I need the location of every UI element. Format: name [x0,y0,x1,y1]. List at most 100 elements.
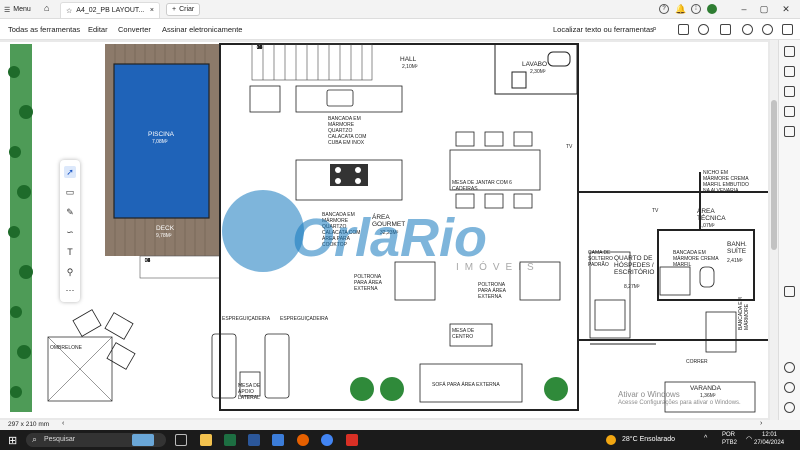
room-label-quarto-hospedes: QUARTO DE HÓSPEDES / ESCRITÓRIO [614,255,655,276]
clock-time[interactable]: 12:01 [762,432,777,438]
home-icon[interactable]: ⌂ [44,3,49,13]
bell-icon[interactable]: 🔔 [675,4,686,14]
mail-icon[interactable] [272,434,284,446]
page-view-icon[interactable] [784,286,795,297]
plus-icon: + [172,6,177,13]
firefox-icon[interactable] [297,434,309,446]
label-bancada-crema: BANCADA EM MÁRMORE CREMA MARFIL [673,250,719,268]
new-tab-button[interactable]: + Criar [166,3,201,16]
select-tool-icon[interactable]: ➚ [64,166,76,178]
vertical-scrollbar[interactable] [770,40,778,420]
comment-panel-icon[interactable] [784,46,795,57]
label-espreguicadeira-2: ESPREGUIÇADEIRA [280,316,329,322]
print-icon[interactable] [720,24,731,35]
label-bancada-vertical: BANCADA EM MÁRMORE [738,297,750,330]
keyboard-layout[interactable]: PTB2 [722,440,737,446]
document-viewer[interactable]: 11 10 09 08 07 06 05 04 03 02 01 07 06 0… [0,40,770,420]
label-mesa-centro: MESA DE CENTRO [452,328,475,340]
link-icon[interactable] [762,24,773,35]
bookmark-icon[interactable] [678,24,689,35]
windows-start-icon[interactable]: ⊞ [8,434,17,447]
layers-icon[interactable] [784,126,795,137]
room-label-piscina: PISCINA [148,131,175,138]
status-bar: 297 x 210 mm ‹ › [0,420,800,430]
tray-chevron-icon[interactable]: ^ [704,435,707,442]
task-view-icon[interactable] [175,434,187,446]
title-bar: ☰ Menu ⌂ ☆ A4_02_PB LAYOUT... × + Criar … [0,0,800,19]
zoom-in-icon[interactable] [784,382,795,393]
text-tool-icon[interactable]: T [64,246,76,258]
pages-icon[interactable] [784,66,795,77]
help-icon[interactable]: ? [659,4,669,14]
acrobat-icon[interactable] [346,434,358,446]
clock-date[interactable]: 27/04/2024 [754,440,784,446]
page-size-label: 297 x 210 mm [8,421,50,428]
share-icon[interactable] [698,24,709,35]
comment-icon[interactable]: ▭ [64,186,76,198]
new-tab-label: Criar [179,6,195,13]
room-label-varanda: VARANDA [690,385,721,392]
label-mesa-jantar: MESA DE JANTAR COM 6 CADEIRAS [452,180,512,192]
sign-button[interactable]: Assinar eletronicamente [162,25,242,34]
search-icon[interactable]: ⌕ [652,23,657,34]
stair-step-number: 01 [256,45,263,51]
room-area-varanda: 1,36m² [700,393,716,399]
room-area-hall: 2,10m² [402,64,418,70]
menu-button[interactable]: ☰ Menu [4,3,31,16]
rotate-icon[interactable] [784,362,795,373]
excel-icon[interactable] [224,434,236,446]
minimize-icon[interactable]: – [737,3,751,15]
maximize-icon[interactable]: ▢ [757,3,771,15]
scrollbar-thumb[interactable] [771,100,777,250]
search-icon: ⌕ [32,434,38,444]
attachments-icon[interactable] [784,106,795,117]
star-icon[interactable]: ☆ [66,7,72,15]
document-tab[interactable]: ☆ A4_02_PB LAYOUT... × [60,2,160,18]
room-area-lavabo: 2,30m² [530,69,546,75]
label-poltrona-2: POLTRONA PARA ÁREA EXTERNA [478,282,506,300]
close-tab-icon[interactable]: × [150,7,154,14]
all-tools-button[interactable]: Todas as ferramentas [8,25,80,34]
word-icon[interactable] [248,434,260,446]
search-highlight-icon [132,434,154,446]
label-sofa: SOFÁ PARA ÁREA EXTERNA [432,382,500,388]
wifi-icon[interactable]: ◠ [746,435,752,443]
email-icon[interactable] [782,24,793,35]
chrome-icon[interactable] [321,434,333,446]
label-poltrona-1: POLTRONA PARA ÁREA EXTERNA [354,274,382,292]
label-ombrelone: OMBRELONE [50,345,82,351]
search-tools-input[interactable]: Localizar texto ou ferramentas [553,25,654,34]
room-label-hall: HALL [400,56,417,63]
stamp-icon[interactable]: ⚲ [64,266,76,278]
weather-icon[interactable] [606,435,616,445]
weather-text[interactable]: 28°C Ensolarado [622,436,675,443]
label-espreguicadeira-1: ESPREGUIÇADEIRA [222,316,271,322]
zoom-out-icon[interactable] [784,402,795,413]
avatar[interactable] [707,4,717,14]
pen-icon[interactable]: ✎ [64,206,76,218]
label-bancada-quartzo: BANCADA EM MÁRMORE QUARTZO CALACATA COM … [328,116,367,146]
label-correr: CORRER [686,359,708,365]
apps-icon[interactable]: ⁞ [691,4,701,14]
language-code[interactable]: POR [722,432,735,438]
room-area-area-tecnica: 1,07m² [699,223,715,229]
edit-button[interactable]: Editar [88,25,108,34]
taskbar-search-placeholder: Pesquisar [44,436,76,443]
activation-title: Ativar o Windows [618,390,680,399]
room-area-quarto: 8,27m² [624,284,640,290]
file-explorer-icon[interactable] [200,434,212,446]
more-options-icon[interactable]: ⋯ [64,284,76,296]
taskbar-search-box[interactable]: ⌕ Pesquisar [26,433,166,447]
floor-plan-page: 11 10 09 08 07 06 05 04 03 02 01 07 06 0… [0,42,768,418]
label-nicho: NICHO EM MÁRMORE CREMA MARFIL EMBUTIDO N… [703,170,749,194]
scroll-right-icon[interactable]: › [760,420,762,427]
bookmarks-icon[interactable] [784,86,795,97]
room-area-deck: 9,78m² [156,233,172,239]
draw-icon[interactable]: ∽ [64,226,76,238]
convert-button[interactable]: Converter [118,25,151,34]
close-window-icon[interactable]: ✕ [779,3,793,15]
scroll-left-icon[interactable]: ‹ [62,420,64,427]
right-tools-panel [778,40,800,420]
main-toolbar: Todas as ferramentas Editar Converter As… [0,19,800,40]
find-icon[interactable] [742,24,753,35]
